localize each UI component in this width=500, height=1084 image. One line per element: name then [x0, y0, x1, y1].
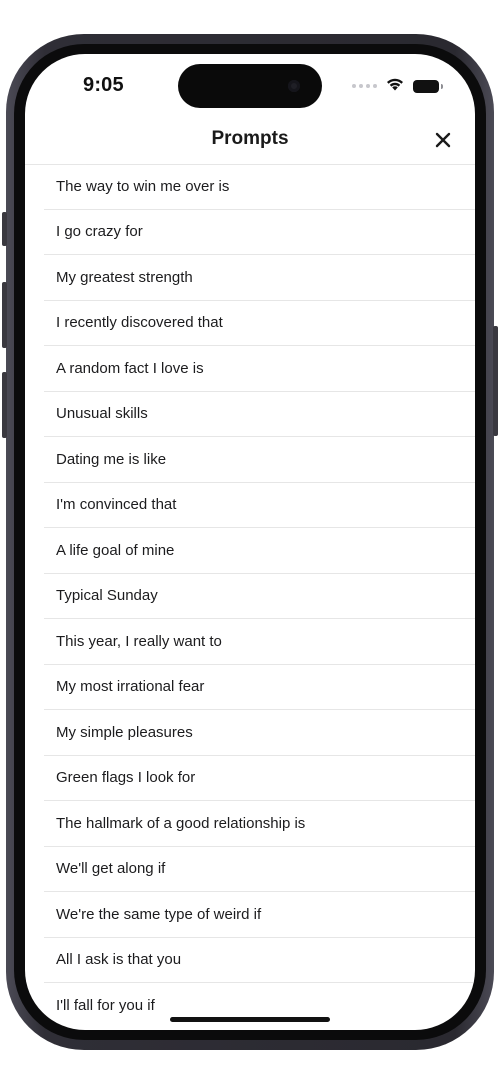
action-button [2, 212, 7, 246]
volume-down-button [2, 372, 7, 438]
prompt-item[interactable]: My most irrational fear [44, 665, 475, 710]
status-time: 9:05 [83, 74, 124, 96]
home-indicator [170, 1017, 330, 1022]
prompt-item[interactable]: My greatest strength [44, 255, 475, 301]
modal-header: Prompts [25, 118, 475, 165]
prompt-item[interactable]: This year, I really want to [44, 619, 475, 665]
page-title: Prompts [211, 128, 289, 149]
prompt-label: I recently discovered that [56, 314, 223, 332]
prompt-label: A life goal of mine [56, 541, 175, 559]
close-icon [435, 132, 451, 148]
signal-dots-icon [352, 84, 377, 88]
prompt-label: Unusual skills [56, 405, 148, 423]
prompt-label: The way to win me over is [56, 177, 230, 195]
prompt-item[interactable]: Dating me is like [44, 437, 475, 483]
prompt-label: I go crazy for [56, 223, 143, 241]
prompt-list: The way to win me over is I go crazy for M… [44, 164, 475, 1029]
prompt-label: The hallmark of a good relationship is [56, 814, 306, 832]
device-mockup: 9:05 Prompts The way to win me over is I… [0, 0, 500, 1084]
prompt-item[interactable]: All I ask is that you [44, 938, 475, 983]
prompt-label: This year, I really want to [56, 632, 222, 650]
prompt-item[interactable]: Unusual skills [44, 392, 475, 437]
prompt-item[interactable]: We'll get along if [44, 847, 475, 892]
prompt-label: Typical Sunday [56, 587, 158, 605]
status-indicators [352, 76, 443, 96]
prompt-item[interactable]: I'm convinced that [44, 483, 475, 528]
volume-up-button [2, 282, 7, 348]
prompt-label: My simple pleasures [56, 723, 193, 741]
prompt-label: We'll get along if [56, 860, 166, 878]
wifi-icon [385, 76, 405, 96]
prompt-item[interactable]: The hallmark of a good relationship is [44, 801, 475, 847]
prompt-label: A random fact I love is [56, 359, 204, 377]
close-button[interactable] [429, 126, 457, 154]
prompt-item[interactable]: A random fact I love is [44, 346, 475, 392]
prompt-label: We're the same type of weird if [56, 905, 262, 923]
prompt-label: My most irrational fear [56, 678, 205, 696]
prompt-item[interactable]: Green flags I look for [44, 756, 475, 801]
front-camera-icon [288, 80, 300, 92]
prompt-item[interactable]: A life goal of mine [44, 528, 475, 574]
prompt-item[interactable]: The way to win me over is [44, 164, 475, 210]
prompt-label: My greatest strength [56, 268, 193, 286]
prompt-label: All I ask is that you [56, 951, 182, 969]
prompt-label: I'll fall for you if [56, 997, 155, 1015]
prompt-item[interactable]: My simple pleasures [44, 710, 475, 756]
battery-icon [413, 79, 443, 93]
prompt-label: Dating me is like [56, 450, 167, 468]
prompt-item[interactable]: I go crazy for [44, 210, 475, 255]
power-button [493, 326, 498, 436]
prompt-label: I'm convinced that [56, 496, 177, 514]
prompt-label: Green flags I look for [56, 769, 196, 787]
prompt-item[interactable]: I recently discovered that [44, 301, 475, 346]
prompt-item[interactable]: Typical Sunday [44, 574, 475, 619]
dynamic-island [178, 64, 322, 108]
screen: 9:05 Prompts The way to win me over is I… [25, 54, 475, 1030]
prompt-item[interactable]: We're the same type of weird if [44, 892, 475, 938]
